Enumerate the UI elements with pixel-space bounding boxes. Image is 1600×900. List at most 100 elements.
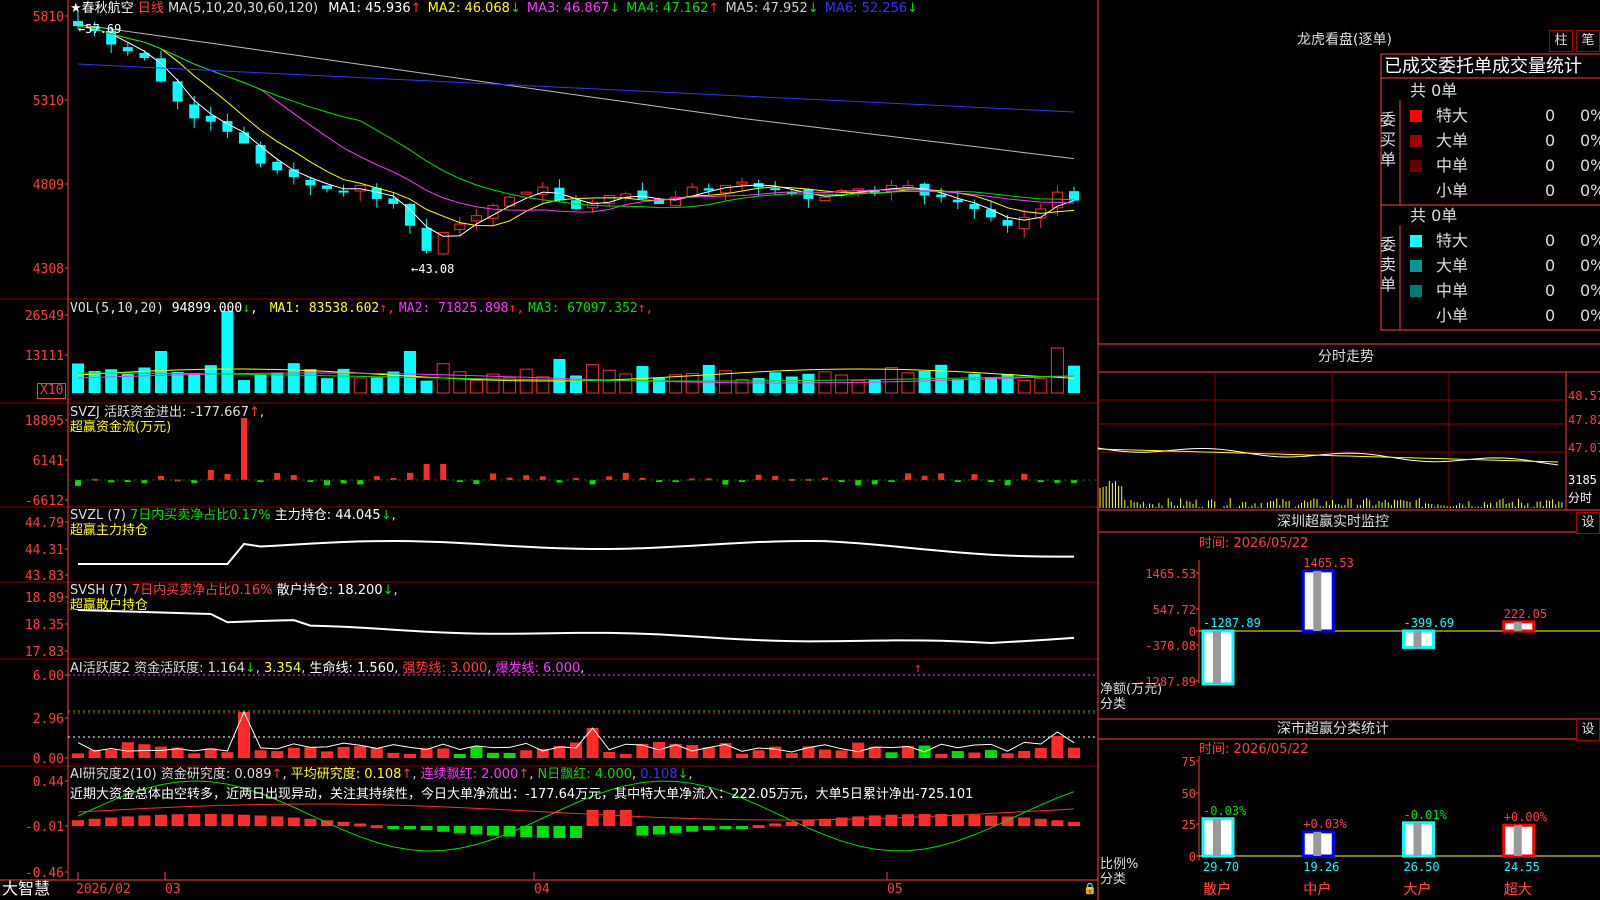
volume-bar-down (752, 378, 765, 393)
volume-bar-down (553, 359, 566, 393)
sell-color-swatch (1410, 285, 1422, 297)
research-bar (238, 814, 250, 826)
stock-name[interactable]: ★春秋航空 (70, 1, 134, 16)
activity-bar (337, 746, 350, 758)
sz-monitor-settings-button[interactable]: 设 (1576, 512, 1600, 534)
volume-bar-down (653, 377, 665, 393)
research-bar (1018, 817, 1031, 826)
candle-body-down (205, 115, 216, 122)
research-bar (868, 815, 881, 826)
sz-monitor-time: 时间: 2026/05/22 (1199, 536, 1309, 551)
sz-monitor-tick-label: 547.72 (1153, 603, 1196, 617)
sz-class-settings-button[interactable]: 设 (1576, 719, 1600, 741)
volume-bar-up (884, 367, 898, 394)
fund-flow-bar (772, 475, 779, 480)
vol-title: VOL(5,10,20) (70, 301, 164, 316)
activity-bar (304, 747, 317, 758)
buy-row-value: 0 (1545, 156, 1556, 175)
lock-icon[interactable]: 🔒 (1083, 881, 1097, 896)
ma-values: MA1: 45.936↑ MA2: 46.068↓ MA3: 46.867↓ MA4:… (322, 1, 918, 16)
fund-flow-bar (241, 418, 247, 480)
activity-bar (321, 751, 333, 758)
fund-flow-bar (440, 464, 447, 480)
volume-bar-down (785, 376, 798, 393)
activity-bar (287, 747, 300, 758)
activity-bar (1018, 750, 1031, 758)
candle-body-up (487, 205, 499, 219)
ai-research-header: AI研究度2(10) 资金研究度: 0.089↑, 平均研究度: 0.108↑,… (70, 767, 693, 782)
ai-research-title: AI研究度2(10) 资金研究度: 0.089 (70, 767, 272, 782)
sell-row-value: 0 (1545, 306, 1556, 325)
svzj-tick-label: 6141 (33, 454, 64, 469)
avg-research-value: 平均研究度: 0.108 (290, 767, 402, 782)
sz-class-ylabel: 比例% (1100, 857, 1139, 872)
research-bar (337, 821, 350, 826)
consecutive-red-arrow: ↑ (518, 767, 530, 782)
sell-side-label: 委卖单 (1380, 235, 1397, 294)
research-bar (1051, 820, 1064, 826)
sz-class-bar-shade (1213, 818, 1221, 856)
volume-bar-down (918, 371, 931, 393)
candle-body-up (437, 231, 449, 255)
svsh-tick-label: 18.89 (25, 591, 64, 606)
buy-row-name: 小单 (1436, 181, 1469, 200)
brand-logo: 大智慧 (2, 879, 51, 898)
candle-body-up (454, 223, 466, 230)
volume-bar-up (353, 377, 367, 394)
fund-flow-bar (207, 470, 214, 480)
fund-flow-bar (158, 476, 164, 480)
avg-research-arrow: ↑ (401, 767, 413, 782)
research-bar (88, 818, 101, 826)
candle-body-down (952, 199, 963, 203)
candle-body-down (156, 58, 166, 82)
research-bar (619, 810, 632, 826)
fenshi-tick-label: 48.57 (1568, 389, 1600, 403)
sell-row-name: 中单 (1436, 281, 1469, 300)
svsh-tick-label: 18.35 (25, 618, 64, 633)
activity-bar (404, 753, 416, 758)
x-label-may: 05 (887, 882, 903, 897)
ai-activity-header: AI活跃度2 资金活跃度: 1.164↓, 3.354, 生命线: 1.560,… (70, 661, 585, 676)
fund-flow-bar (755, 474, 762, 480)
volume-bar-down (188, 373, 201, 393)
x-label-apr: 04 (534, 882, 550, 897)
research-bar (354, 823, 367, 827)
vol-unit-badge[interactable]: X10 (37, 383, 67, 399)
volume-bar-down (271, 372, 284, 393)
high-price-label: ←57.69 (78, 22, 122, 36)
volume-bar-down (321, 378, 333, 393)
fund-flow-bar (340, 480, 347, 484)
activity-bar (752, 750, 765, 758)
svzj-title: SVZJ 活跃资金进出: -177.667 (70, 405, 249, 420)
sell-row-percent: 0% (1580, 256, 1600, 275)
activity-bar (271, 751, 284, 758)
sell-color-swatch (1410, 235, 1422, 247)
candle-body-down (421, 227, 432, 251)
sz-class-bar-label: +0.03% (1303, 817, 1347, 831)
longhu-header: 已成交委托单成交量统计 (1384, 56, 1582, 77)
sz-monitor-xlabel: 分类 (1100, 697, 1127, 712)
svsh-ratio: 7日内买卖净占比0.16% (131, 583, 273, 598)
period-label[interactable]: 日线 (138, 1, 164, 16)
sz-class-bar-label: -0.03% (1203, 804, 1247, 818)
candle-body-down (239, 132, 249, 144)
sell-row-name: 特大 (1436, 231, 1469, 250)
svzl-subtitle: 超赢主力持仓 (70, 523, 149, 538)
candle-body-up (470, 215, 482, 222)
activity-bar (105, 749, 118, 758)
svsh-position: 散户持仓: 18.200 (276, 583, 383, 598)
volume-bar-up (619, 373, 633, 394)
fenshi-tick-label: 分时 (1568, 491, 1592, 505)
kline-header: ★春秋航空 日线 MA(5,10,20,30,60,120) MA1: 45.9… (70, 1, 918, 16)
high-price-value: 57.69 (85, 22, 122, 36)
sz-class-bar-shade (1313, 831, 1322, 856)
fund-flow-bar (971, 474, 978, 480)
tick-mode-button[interactable]: 笔 (1576, 30, 1600, 52)
bar-mode-button[interactable]: 柱 (1549, 30, 1573, 52)
research-bar (105, 817, 118, 826)
consecutive-red-value: 连续飘红: 2.000 (420, 767, 519, 782)
ai-activity-tick-label: 2.96 (33, 712, 64, 727)
research-bar (487, 826, 499, 836)
fund-flow-bar (407, 472, 413, 480)
candle-body-down (305, 179, 316, 186)
